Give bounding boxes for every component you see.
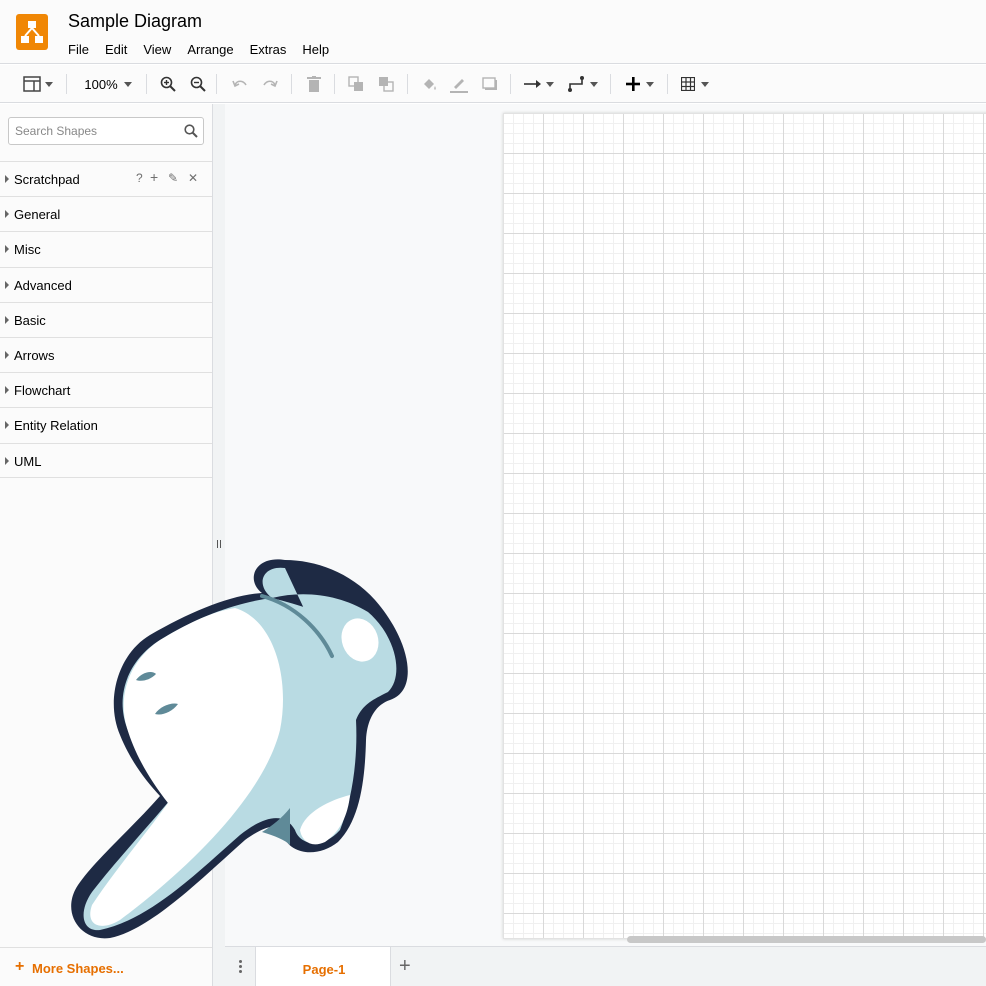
- zoom-out-icon: [190, 76, 206, 92]
- menu-extras[interactable]: Extras: [242, 40, 295, 59]
- search-box: [8, 117, 204, 145]
- redo-icon: [263, 80, 278, 88]
- waypoints-icon: [568, 76, 584, 92]
- zoom-in-button[interactable]: [157, 65, 179, 103]
- chevron-down-icon: [590, 81, 598, 87]
- pointing-hand-icon: [71, 559, 408, 939]
- table-button[interactable]: [677, 65, 713, 103]
- chevron-down-icon: [701, 81, 709, 87]
- expand-arrow-icon: [5, 245, 9, 253]
- palette-advanced[interactable]: Advanced: [0, 267, 212, 302]
- delete-button[interactable]: [303, 65, 325, 103]
- expand-arrow-icon: [5, 175, 9, 183]
- palette-label: Scratchpad: [14, 172, 80, 187]
- table-icon: [681, 77, 695, 91]
- to-front-button[interactable]: [345, 65, 367, 103]
- horizontal-scrollbar[interactable]: [627, 936, 986, 943]
- expand-arrow-icon: [5, 351, 9, 359]
- document-title[interactable]: Sample Diagram: [68, 11, 202, 32]
- delete-icon: [307, 76, 321, 92]
- insert-button[interactable]: [622, 65, 658, 103]
- palette-label: UML: [14, 454, 42, 469]
- line-color-button[interactable]: [448, 65, 470, 103]
- zoom-value: 100%: [84, 76, 118, 92]
- to-back-button[interactable]: [375, 65, 397, 103]
- search-icon[interactable]: [184, 124, 198, 138]
- palette-label: Flowchart: [14, 383, 71, 398]
- toolbar: 100%: [0, 65, 986, 103]
- chevron-down-icon: [546, 81, 554, 87]
- chevron-down-icon: [646, 81, 654, 87]
- fill-color-icon: [424, 79, 436, 90]
- close-icon[interactable]: ✕: [188, 171, 198, 185]
- expand-arrow-icon: [5, 386, 9, 394]
- page-menu-icon[interactable]: [235, 959, 245, 975]
- expand-arrow-icon: [5, 457, 9, 465]
- to-front-icon: [348, 76, 363, 91]
- fill-color-button[interactable]: [418, 65, 440, 103]
- palette-label: Misc: [14, 242, 41, 257]
- format-panel-button[interactable]: [20, 65, 56, 103]
- plus-icon: +: [15, 958, 25, 975]
- menu-file[interactable]: File: [60, 40, 97, 59]
- palette-entity-relation[interactable]: Entity Relation: [0, 407, 212, 442]
- palette-scratchpad[interactable]: Scratchpad ? + ✎ ✕: [0, 161, 212, 196]
- connection-icon: [524, 80, 541, 88]
- menu-edit[interactable]: Edit: [97, 40, 135, 59]
- expand-arrow-icon: [5, 281, 9, 289]
- undo-icon: [232, 80, 247, 88]
- undo-button[interactable]: [229, 65, 251, 103]
- palette-label: Entity Relation: [14, 418, 98, 433]
- palette-label: Advanced: [14, 278, 72, 293]
- more-shapes-label: More Shapes...: [32, 961, 124, 976]
- menu-arrange[interactable]: Arrange: [179, 40, 241, 59]
- palette-arrows[interactable]: Arrows: [0, 337, 212, 372]
- zoom-out-button[interactable]: [187, 65, 209, 103]
- diagram-page[interactable]: [503, 113, 986, 939]
- expand-arrow-icon: [5, 421, 9, 429]
- shadow-icon: [482, 77, 497, 90]
- palette-label: General: [14, 207, 61, 222]
- help-icon[interactable]: ?: [136, 171, 143, 185]
- palette-uml[interactable]: UML: [0, 443, 212, 478]
- waypoints-button[interactable]: [565, 65, 601, 103]
- zoom-dropdown[interactable]: 100%: [78, 65, 138, 103]
- insert-icon: [626, 77, 640, 91]
- connection-style-button[interactable]: [521, 65, 557, 103]
- palette-general[interactable]: General: [0, 196, 212, 231]
- search-input[interactable]: [9, 118, 179, 144]
- shadow-button[interactable]: [479, 65, 501, 103]
- menu-bar: File Edit View Arrange Extras Help: [60, 40, 337, 59]
- line-color-icon: [450, 79, 468, 93]
- expand-arrow-icon: [5, 316, 9, 324]
- zoom-in-icon: [160, 76, 176, 92]
- palette-label: Basic: [14, 313, 46, 328]
- chevron-down-icon: [45, 81, 53, 87]
- menu-help[interactable]: Help: [294, 40, 337, 59]
- drawio-logo-icon: [16, 14, 48, 50]
- format-panel-icon: [23, 76, 41, 92]
- redo-button[interactable]: [259, 65, 281, 103]
- add-page-button[interactable]: +: [399, 955, 411, 978]
- palette-flowchart[interactable]: Flowchart: [0, 372, 212, 407]
- palette-basic[interactable]: Basic: [0, 302, 212, 337]
- app-header: Sample Diagram File Edit View Arrange Ex…: [0, 0, 986, 64]
- expand-arrow-icon: [5, 210, 9, 218]
- to-back-icon: [379, 77, 394, 92]
- page-tab-label: Page-1: [302, 962, 346, 977]
- palette-label: Arrows: [14, 348, 55, 363]
- chevron-down-icon: [123, 81, 132, 87]
- menu-view[interactable]: View: [135, 40, 179, 59]
- palette-misc[interactable]: Misc: [0, 231, 212, 266]
- add-icon[interactable]: +: [150, 169, 158, 185]
- edit-icon[interactable]: ✎: [168, 171, 178, 185]
